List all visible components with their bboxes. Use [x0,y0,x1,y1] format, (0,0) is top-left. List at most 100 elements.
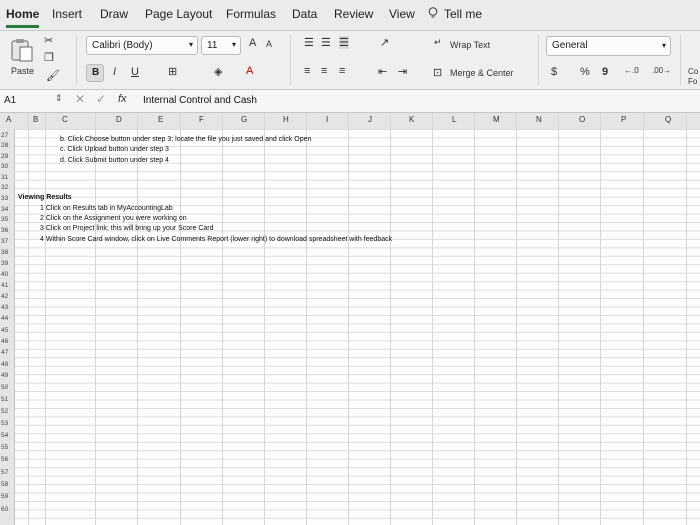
row-header[interactable]: 51 [1,396,8,404]
cell-text[interactable]: 4 Within Score Card window, click on Liv… [40,236,392,244]
underline-button[interactable]: U [131,66,139,78]
column-header[interactable]: N [536,115,542,124]
row-header[interactable]: 52 [1,408,8,416]
column-header[interactable]: E [158,115,163,124]
copy-icon[interactable]: ❐ [44,51,54,64]
conditional-formatting-bottom[interactable]: Fo [688,77,697,86]
borders-icon[interactable]: ⊞ [168,65,177,78]
tab-insert[interactable]: Insert [52,7,82,21]
row-header[interactable]: 35 [1,216,8,224]
orientation-icon[interactable]: ↗ [380,36,389,49]
column-header[interactable]: C [62,115,68,124]
name-box[interactable]: A1 [4,95,16,106]
cell-text[interactable]: Viewing Results [18,194,72,202]
row-header[interactable]: 32 [1,184,8,192]
row-header[interactable]: 28 [1,142,8,150]
row-header[interactable]: 60 [1,506,8,514]
cell-text[interactable]: c. Click Upload button under step 3 [60,146,169,154]
row-header[interactable]: 56 [1,456,8,464]
align-middle-icon[interactable]: ☰ [321,36,331,49]
cell-text[interactable]: d. Click Submit button under step 4 [60,157,169,165]
formula-content[interactable]: Internal Control and Cash [143,95,257,106]
increase-decimal-icon[interactable]: ←.0 [624,66,639,75]
merge-center-button[interactable]: Merge & Center [450,68,514,78]
row-header[interactable]: 47 [1,349,8,357]
tab-draw[interactable]: Draw [100,7,128,21]
tab-view[interactable]: View [389,7,415,21]
row-header[interactable]: 58 [1,481,8,489]
tab-formulas[interactable]: Formulas [226,7,276,21]
cut-icon[interactable]: ✂ [44,34,53,47]
font-size-dropdown[interactable]: 11 ▾ [201,36,241,55]
wrap-text-icon[interactable]: ↵ [434,37,442,48]
row-header[interactable]: 33 [1,195,8,203]
column-header[interactable]: F [199,115,204,124]
column-header[interactable]: P [621,115,626,124]
tab-review[interactable]: Review [334,7,373,21]
cell-text[interactable]: 1 Click on Results tab in MyAccountingLa… [40,205,173,213]
font-color-icon[interactable]: A [246,65,253,77]
row-header[interactable]: 54 [1,432,8,440]
merge-center-icon[interactable]: ⊡ [433,66,442,79]
align-center-icon[interactable]: ≡ [321,65,327,77]
column-header[interactable]: B [33,115,38,124]
tab-home[interactable]: Home [6,7,40,28]
row-header[interactable]: 59 [1,493,8,501]
number-format-dropdown[interactable]: General ▾ [546,36,671,56]
row-header[interactable]: 41 [1,282,8,290]
decrease-indent-icon[interactable]: ⇤ [378,65,387,78]
column-header[interactable]: L [452,115,456,124]
fill-color-icon[interactable]: ◈ [214,65,222,78]
comma-style-button[interactable]: 9 [602,66,608,78]
row-header[interactable]: 29 [1,153,8,161]
row-header[interactable]: 43 [1,304,8,312]
row-header[interactable]: 49 [1,372,8,380]
column-header[interactable]: G [241,115,247,124]
tab-data[interactable]: Data [292,7,317,21]
increase-indent-icon[interactable]: ⇥ [398,65,407,78]
cell-text[interactable]: b. Click Choose button under step 3; loc… [60,136,311,144]
paste-icon[interactable] [8,37,36,63]
font-name-dropdown[interactable]: Calibri (Body) ▾ [86,36,198,55]
insert-function-button[interactable]: fx [118,93,127,105]
tell-me-search[interactable]: Tell me [444,7,482,21]
italic-button[interactable]: I [113,66,116,78]
cell-text[interactable]: 2 Click on the Assignment you were worki… [40,215,187,223]
wrap-text-button[interactable]: Wrap Text [450,40,490,50]
row-header[interactable]: 55 [1,444,8,452]
row-header[interactable]: 42 [1,293,8,301]
row-header[interactable]: 27 [1,132,8,140]
column-header[interactable]: K [409,115,414,124]
row-header[interactable]: 48 [1,361,8,369]
column-header[interactable]: Q [665,115,671,124]
row-header[interactable]: 46 [1,338,8,346]
row-header[interactable]: 45 [1,327,8,335]
row-header[interactable]: 38 [1,249,8,257]
row-header[interactable]: 44 [1,315,8,323]
align-top-icon[interactable]: ☰ [304,36,314,49]
row-header[interactable]: 36 [1,227,8,235]
currency-button[interactable]: $ [551,66,557,78]
row-header[interactable]: 57 [1,469,8,477]
paste-label[interactable]: Paste [11,66,34,76]
shrink-font-button[interactable]: A [266,39,272,49]
column-header[interactable]: A [6,115,11,124]
column-header[interactable]: H [283,115,289,124]
row-header[interactable]: 50 [1,384,8,392]
format-painter-icon[interactable]: 🖌 [46,69,60,82]
percent-button[interactable]: % [580,66,590,78]
column-header[interactable]: I [326,115,328,124]
column-header[interactable]: J [368,115,372,124]
row-header[interactable]: 30 [1,163,8,171]
column-header[interactable]: D [116,115,122,124]
align-right-icon[interactable]: ≡ [339,65,345,77]
row-header[interactable]: 37 [1,238,8,246]
row-header[interactable]: 53 [1,420,8,428]
column-header[interactable]: O [579,115,585,124]
sheet-grid[interactable] [14,129,700,525]
grow-font-button[interactable]: A [249,37,256,49]
column-header[interactable]: M [493,115,500,124]
align-bottom-icon[interactable]: ☰ [339,36,349,49]
enter-icon[interactable]: ✓ [96,92,106,106]
row-header[interactable]: 40 [1,271,8,279]
